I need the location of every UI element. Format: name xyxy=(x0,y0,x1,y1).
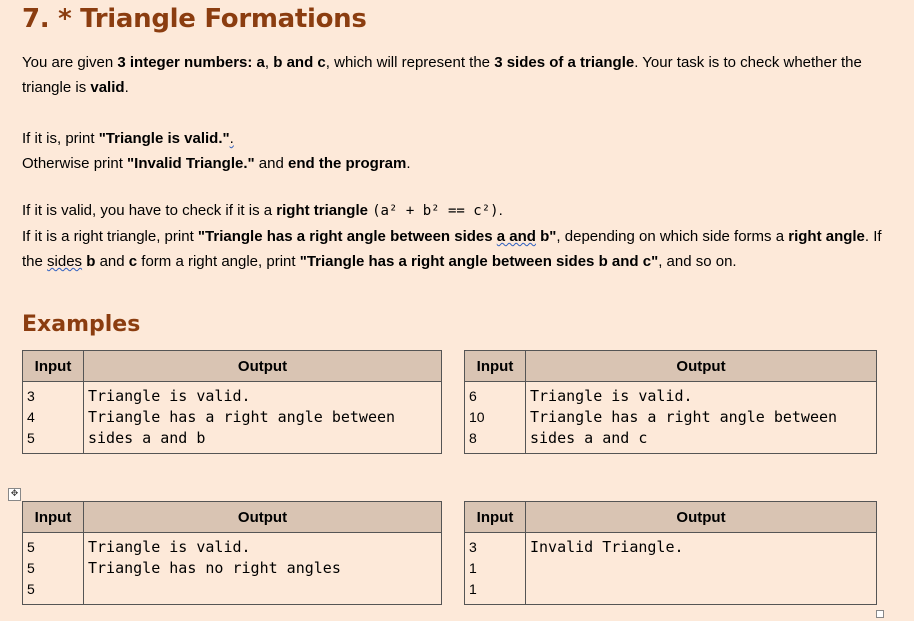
output-cell: Triangle is valid. Triangle has a right a… xyxy=(83,381,442,454)
input-cell: 345 xyxy=(22,381,84,454)
output-header: Output xyxy=(83,501,442,533)
input-header: Input xyxy=(22,501,84,533)
input-header: Input xyxy=(464,501,526,533)
input-header: Input xyxy=(464,350,526,382)
example-table-2: Input Output 6 10 8 Triangle is valid. Tria… xyxy=(464,350,877,454)
output-header: Output xyxy=(525,501,877,533)
input-cell: 6 10 8 xyxy=(464,381,526,454)
resize-handle-icon[interactable] xyxy=(876,610,884,618)
input-cell: 311 xyxy=(464,532,526,605)
input-header: Input xyxy=(22,350,84,382)
output-header: Output xyxy=(525,350,877,382)
output-header: Output xyxy=(83,350,442,382)
valid-line: If it is, print "Triangle is valid.". xyxy=(22,130,234,147)
formula: (a² + b² == c²) xyxy=(372,203,499,219)
output-cell: Triangle is valid. Triangle has a right a… xyxy=(525,381,877,454)
page-title: 7. * Triangle Formations xyxy=(22,4,367,34)
right-triangle-paragraph: If it is valid, you have to check if it … xyxy=(22,202,882,270)
output-cell: Invalid Triangle. xyxy=(525,532,877,605)
invalid-line: Otherwise print "Invalid Triangle." and … xyxy=(22,155,411,172)
input-cell: 555 xyxy=(22,532,84,605)
intro-paragraph: You are given 3 integer numbers: a, b an… xyxy=(22,54,862,96)
move-handle-icon[interactable]: ✥ xyxy=(8,488,21,501)
examples-heading: Examples xyxy=(22,312,141,337)
output-cell: Triangle is valid. Triangle has no right … xyxy=(83,532,442,605)
example-table-1: Input Output 345 Triangle is valid. Trian… xyxy=(22,350,442,454)
example-table-4: Input Output 311 Invalid Triangle. xyxy=(464,501,877,605)
example-table-3: Input Output 555 Triangle is valid. Trian… xyxy=(22,501,442,605)
validity-paragraph: If it is, print "Triangle is valid.". Ot… xyxy=(22,126,892,176)
